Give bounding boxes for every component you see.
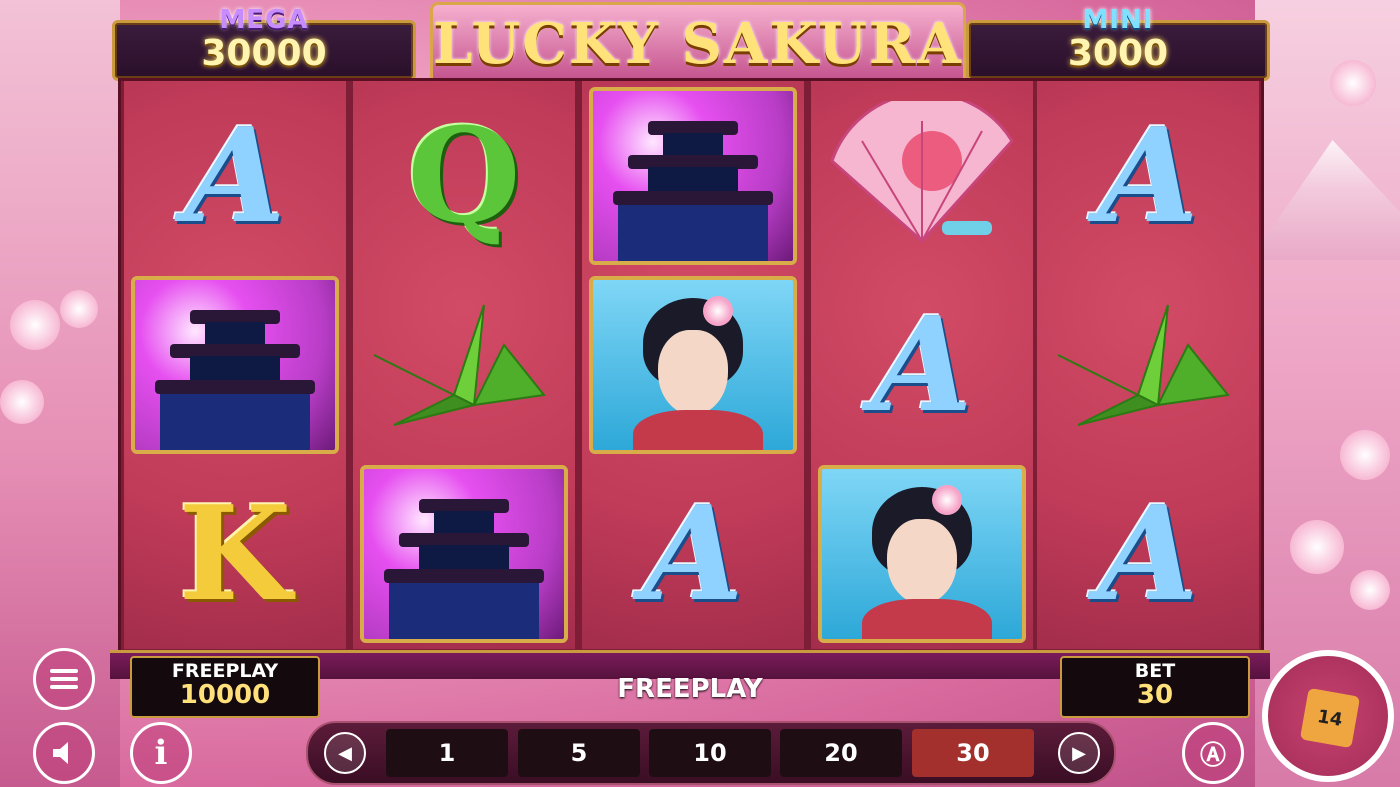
cherry-blossom — [1330, 60, 1376, 106]
cherry-blossom — [0, 380, 44, 424]
reel-cell — [582, 270, 804, 459]
reel-cell — [124, 270, 346, 459]
bet-option-10[interactable]: 10 — [649, 729, 771, 777]
cherry-blossom — [10, 300, 60, 350]
cherry-blossom — [60, 290, 98, 328]
symbol-pagoda — [589, 86, 797, 265]
bet-option-1[interactable]: 1 — [386, 729, 508, 777]
menu-button[interactable] — [33, 648, 95, 710]
prev-bet-button[interactable]: ◀ — [324, 732, 366, 774]
symbol-pagoda — [131, 275, 339, 454]
bet-selector: ◀ 1 5 10 20 30 ▶ — [306, 721, 1116, 785]
autoplay-button[interactable]: Ⓐ — [1182, 722, 1244, 784]
logo-text: LUCKY SAKURA — [433, 11, 963, 77]
menu-icon — [50, 665, 78, 693]
reel-cell — [582, 81, 804, 270]
autoplay-icon: Ⓐ — [1199, 740, 1226, 771]
mini-title: MINI — [1082, 5, 1154, 35]
next-arrow-icon: ▶ — [1072, 742, 1086, 764]
paper-crane-icon — [1057, 304, 1230, 426]
pagoda-icon — [150, 300, 320, 450]
reel-5: A A — [1037, 81, 1259, 649]
bet-option-5[interactable]: 5 — [518, 729, 640, 777]
reel-cell — [811, 81, 1033, 270]
bet-value: 30 — [1136, 680, 1174, 710]
cherry-blossom — [1350, 570, 1390, 610]
reel-cell: A — [124, 81, 346, 270]
info-button[interactable]: i — [130, 722, 192, 784]
prev-arrow-icon: ◀ — [338, 742, 352, 764]
bet-label: BET — [1134, 660, 1176, 682]
next-bet-button[interactable]: ▶ — [1058, 732, 1100, 774]
reel-cell: Q — [353, 81, 575, 270]
reel-cell: A — [582, 459, 804, 648]
sound-icon — [53, 742, 68, 764]
reel-cell — [353, 459, 575, 648]
mega-title: MEGA — [219, 5, 309, 35]
symbol-k: K — [178, 476, 292, 630]
symbol-geisha — [818, 464, 1026, 643]
bet-option-20[interactable]: 20 — [780, 729, 902, 777]
geisha-icon — [623, 290, 763, 450]
reel-cell: K — [124, 459, 346, 648]
spin-button[interactable]: 1 4 — [1262, 650, 1394, 782]
symbol-a: A — [168, 98, 302, 252]
freeplay-balance: FREEPLAY 10000 — [130, 656, 320, 718]
symbol-a: A — [626, 476, 760, 630]
reel-cell: A — [1037, 459, 1259, 648]
symbol-pagoda — [360, 464, 568, 643]
bet-display: BET 30 — [1060, 656, 1250, 718]
symbol-q: Q — [407, 98, 521, 252]
reel-2: Q — [353, 81, 575, 649]
cherry-blossom — [1340, 430, 1390, 480]
reel-1: A K — [124, 81, 346, 649]
symbol-a: A — [1081, 98, 1215, 252]
game-logo: LUCKY SAKURA — [430, 2, 966, 86]
reel-4: A — [811, 81, 1033, 649]
freeplay-label: FREEPLAY — [171, 660, 279, 682]
symbol-a: A — [1081, 476, 1215, 630]
mini-value: 3000 — [1067, 33, 1169, 74]
reel-cell — [811, 459, 1033, 648]
sound-button[interactable] — [33, 722, 95, 784]
symbol-a: A — [855, 287, 989, 441]
paper-crane-icon — [373, 304, 546, 426]
cherry-blossom — [1290, 520, 1344, 574]
reel-cell: A — [811, 270, 1033, 459]
reel-cell — [353, 270, 575, 459]
spin-icon: 1 4 — [1299, 687, 1361, 749]
pagoda-icon — [608, 111, 778, 261]
mega-jackpot: MEGA 30000 — [112, 5, 416, 81]
geisha-icon — [852, 479, 992, 639]
mini-jackpot: MINI 3000 — [966, 5, 1270, 81]
symbol-geisha — [589, 275, 797, 454]
pagoda-icon — [379, 489, 549, 639]
reel-cell — [1037, 270, 1259, 459]
info-icon: i — [154, 733, 168, 773]
freeplay-value: 10000 — [179, 680, 271, 710]
bet-option-30[interactable]: 30 — [912, 729, 1034, 777]
mega-value: 30000 — [201, 33, 327, 74]
reels-area: A K Q A A A A — [118, 78, 1264, 656]
status-text: FREEPLAY — [617, 674, 763, 704]
folding-fan-icon — [830, 100, 1014, 243]
spin-badge-bottom: 4 — [1328, 707, 1345, 731]
reel-3: A — [582, 81, 804, 649]
reel-cell: A — [1037, 81, 1259, 270]
